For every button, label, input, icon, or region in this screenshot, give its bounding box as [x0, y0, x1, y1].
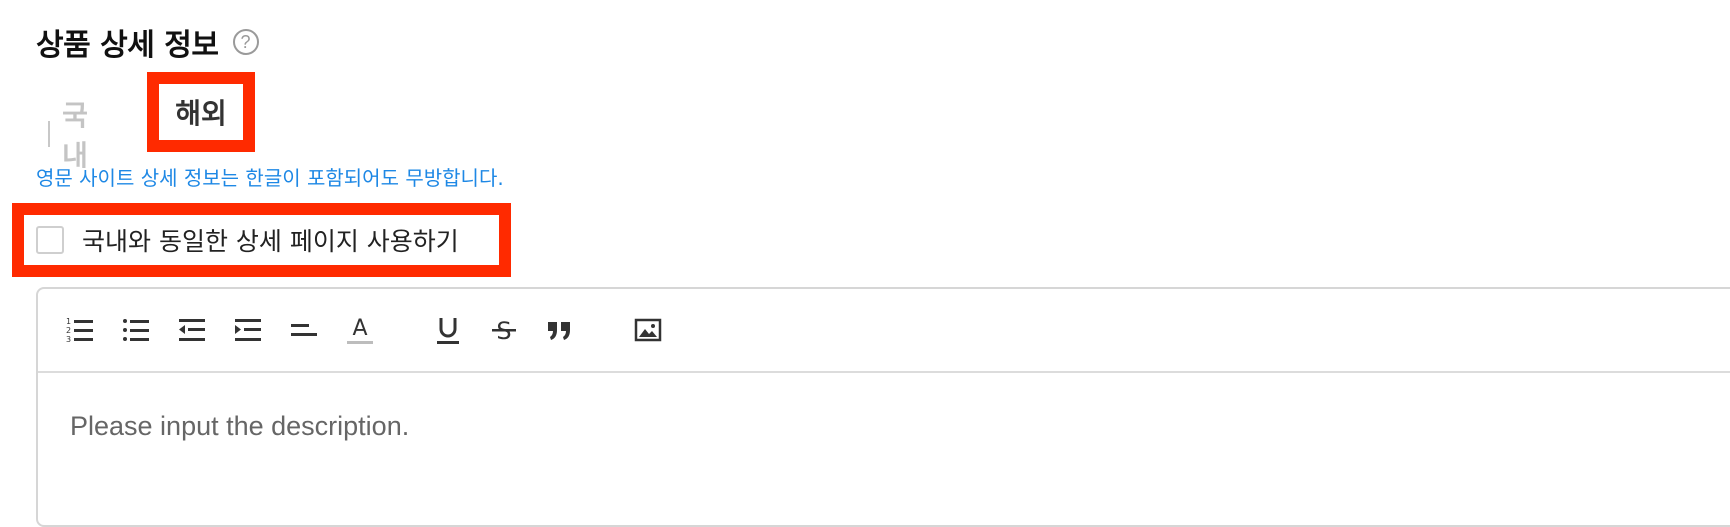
section-title: 상품 상세 정보 — [36, 28, 219, 63]
blockquote-icon[interactable] — [544, 314, 576, 346]
same-detail-option[interactable]: 국내와 동일한 상세 페이지 사용하기 — [36, 222, 459, 258]
same-detail-checkbox[interactable] — [36, 226, 64, 254]
svg-text:2: 2 — [66, 326, 71, 335]
question-circle-icon[interactable]: ? — [232, 29, 259, 55]
svg-text:3: 3 — [66, 335, 71, 344]
image-icon[interactable] — [632, 314, 664, 346]
strikethrough-icon[interactable]: S — [488, 314, 520, 346]
description-placeholder[interactable]: Please input the description. — [70, 411, 409, 442]
same-detail-checkbox-label[interactable]: 국내와 동일한 상세 페이지 사용하기 — [82, 222, 459, 258]
svg-text:1: 1 — [66, 317, 71, 326]
description-editor: 1 2 3 A Please input the description. — [36, 287, 1730, 527]
outdent-icon[interactable] — [176, 314, 208, 346]
font-color-icon[interactable]: A — [344, 314, 376, 346]
svg-text:A: A — [352, 316, 367, 341]
editor-toolbar: 1 2 3 A — [38, 289, 1730, 373]
tab-indicator-bar — [48, 121, 51, 147]
tab-overseas-label: 해외 — [175, 97, 227, 130]
bullet-list-icon[interactable] — [120, 314, 152, 346]
section-header: 상품 상세 정보 ? — [36, 20, 259, 64]
notice-text: 영문 사이트 상세 정보는 한글이 포함되어도 무방합니다. — [36, 166, 504, 190]
ordered-list-icon[interactable]: 1 2 3 — [64, 314, 96, 346]
tab-overseas[interactable]: 해외 — [147, 72, 255, 152]
align-left-icon[interactable] — [288, 314, 320, 346]
indent-icon[interactable] — [232, 314, 264, 346]
underline-icon[interactable] — [432, 314, 464, 346]
